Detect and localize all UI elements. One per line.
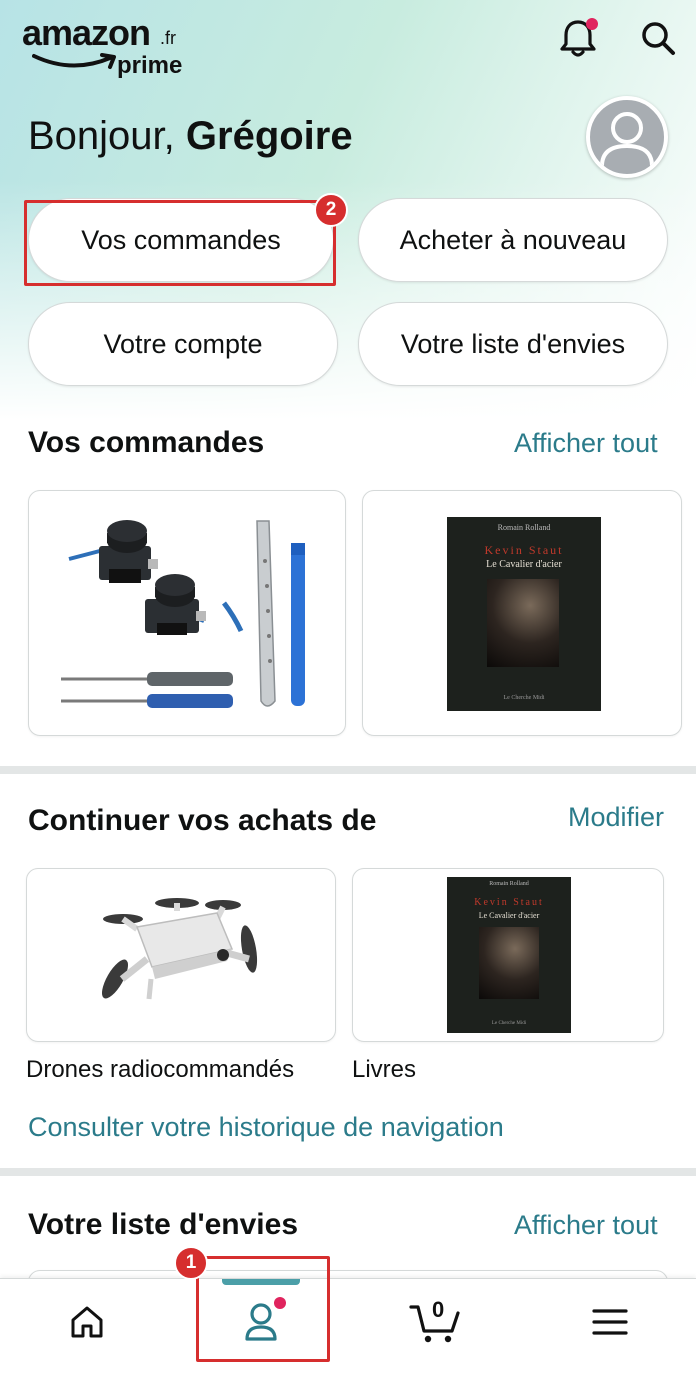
search-icon[interactable]: [636, 16, 680, 60]
book-cover-image-small: Romain Rolland Kevin Staut Le Cavalier d…: [447, 877, 571, 1033]
book-publisher-top: Romain Rolland: [497, 523, 551, 532]
continue-section-title: Continuer vos achats de: [28, 804, 377, 837]
notification-dot: [586, 18, 598, 30]
order-card-book[interactable]: Romain Rolland Kevin Staut Le Cavalier d…: [362, 490, 682, 736]
book-author-small: Kevin Staut: [474, 897, 544, 908]
buy-again-button[interactable]: Acheter à nouveau: [358, 198, 668, 282]
book-cover-photo: [487, 579, 559, 667]
bottom-navigation: 0: [0, 1278, 696, 1386]
logo-prime: prime: [117, 52, 183, 79]
logo-tld: .fr: [160, 28, 176, 48]
amazon-prime-logo[interactable]: amazon .fr prime: [22, 12, 197, 79]
user-silhouette-icon: [600, 112, 654, 167]
continue-edit-link[interactable]: Modifier: [568, 802, 664, 833]
book-author: Kevin Staut: [484, 543, 564, 557]
wishlist-button-label: Votre liste d'envies: [400, 328, 626, 359]
orders-section-title: Vos commandes: [28, 426, 265, 459]
book-cover-image: Romain Rolland Kevin Staut Le Cavalier d…: [447, 517, 601, 711]
joystick-repair-kit-image: [61, 520, 305, 708]
section-divider-2: [0, 1168, 696, 1176]
account-button[interactable]: Votre compte: [28, 302, 338, 386]
avatar[interactable]: [586, 96, 668, 178]
section-divider: [0, 766, 696, 774]
step-badge-1: 1: [174, 1246, 208, 1280]
cart-count: 0: [432, 1297, 445, 1322]
step-badge-2: 2: [314, 193, 348, 227]
home-icon: [71, 1306, 103, 1338]
book-publisher-bottom: Le Cherche Midi: [503, 695, 545, 701]
buy-again-button-label: Acheter à nouveau: [399, 224, 627, 255]
books-caption[interactable]: Livres: [352, 1056, 416, 1084]
book-cover-photo-small: [479, 927, 539, 999]
highlight-account-tab: [196, 1256, 330, 1362]
amazon-smile-icon: [32, 53, 116, 69]
tab-home[interactable]: [0, 1279, 174, 1386]
wishlist-section-title: Votre liste d'envies: [28, 1208, 299, 1241]
drone-image: [102, 898, 258, 1000]
logo-word: amazon: [22, 12, 151, 53]
orders-view-all-link[interactable]: Afficher tout: [514, 428, 658, 459]
browsing-history-link[interactable]: Consulter votre historique de navigation: [28, 1112, 504, 1143]
book-publisher-top-small: Romain Rolland: [489, 881, 529, 887]
tab-cart[interactable]: 0: [348, 1279, 522, 1386]
account-button-label: Votre compte: [103, 328, 263, 359]
menu-icon: [592, 1309, 628, 1335]
greeting-prefix: Bonjour,: [28, 114, 186, 158]
book-title-small: Le Cavalier d'acier: [478, 911, 540, 920]
books-card[interactable]: Romain Rolland Kevin Staut Le Cavalier d…: [352, 868, 664, 1042]
order-card-joystick[interactable]: [28, 490, 346, 736]
book-publisher-bottom-small: Le Cherche Midi: [491, 1021, 527, 1026]
drone-card[interactable]: [26, 868, 336, 1042]
greeting-name: Grégoire: [185, 114, 353, 158]
wishlist-view-all-link[interactable]: Afficher tout: [514, 1210, 658, 1241]
drone-caption[interactable]: Drones radiocommandés: [26, 1056, 294, 1084]
highlight-orders: [24, 200, 336, 286]
tab-menu[interactable]: [522, 1279, 696, 1386]
book-title: Le Cavalier d'acier: [486, 559, 562, 570]
greeting: Bonjour, Grégoire: [28, 114, 353, 159]
wishlist-button[interactable]: Votre liste d'envies: [358, 302, 668, 386]
